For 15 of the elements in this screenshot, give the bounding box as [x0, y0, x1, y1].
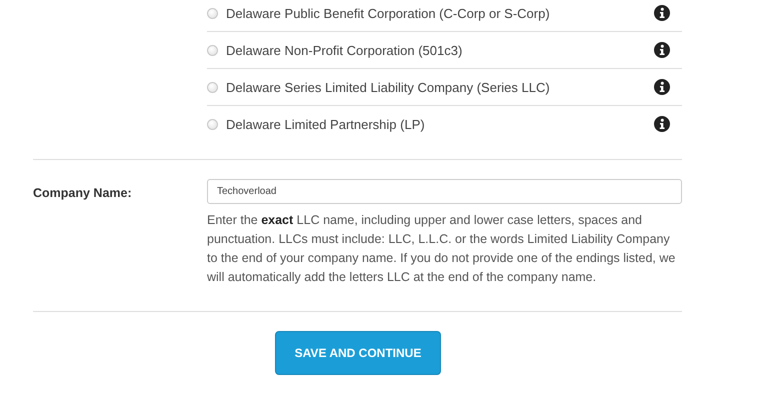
option-label[interactable]: Delaware Series Limited Liability Company (Series LLC): [226, 80, 654, 94]
radio-button[interactable]: [207, 118, 218, 130]
option-label[interactable]: Delaware Non-Profit Corporation (501c3): [226, 42, 654, 58]
info-icon[interactable]: [654, 5, 670, 21]
option-label[interactable]: Delaware Limited Partnership (LP): [226, 116, 654, 132]
radio-button[interactable]: [207, 44, 218, 56]
radio-button[interactable]: [207, 8, 218, 18]
company-name-field[interactable]: Techoverload: [207, 179, 682, 204]
help-text: Enter the exact LLC name, including upper and lower case letters, spaces and punctuation. LLCs must include: LLC, L.L.C. or the words Limited Liability Company to the end of your company name. If you do not provide one of the endings listed, we will automatically add the letters LLC at the end of the company name.: [207, 212, 676, 286]
option-label[interactable]: Delaware Public Benefit Corporation (C-Corp or S-Corp): [226, 6, 654, 20]
info-icon[interactable]: [654, 79, 670, 95]
info-icon[interactable]: [654, 116, 670, 132]
field-label: Company Name:: [33, 185, 133, 202]
radio-button[interactable]: [207, 82, 218, 92]
info-icon[interactable]: [654, 42, 670, 58]
